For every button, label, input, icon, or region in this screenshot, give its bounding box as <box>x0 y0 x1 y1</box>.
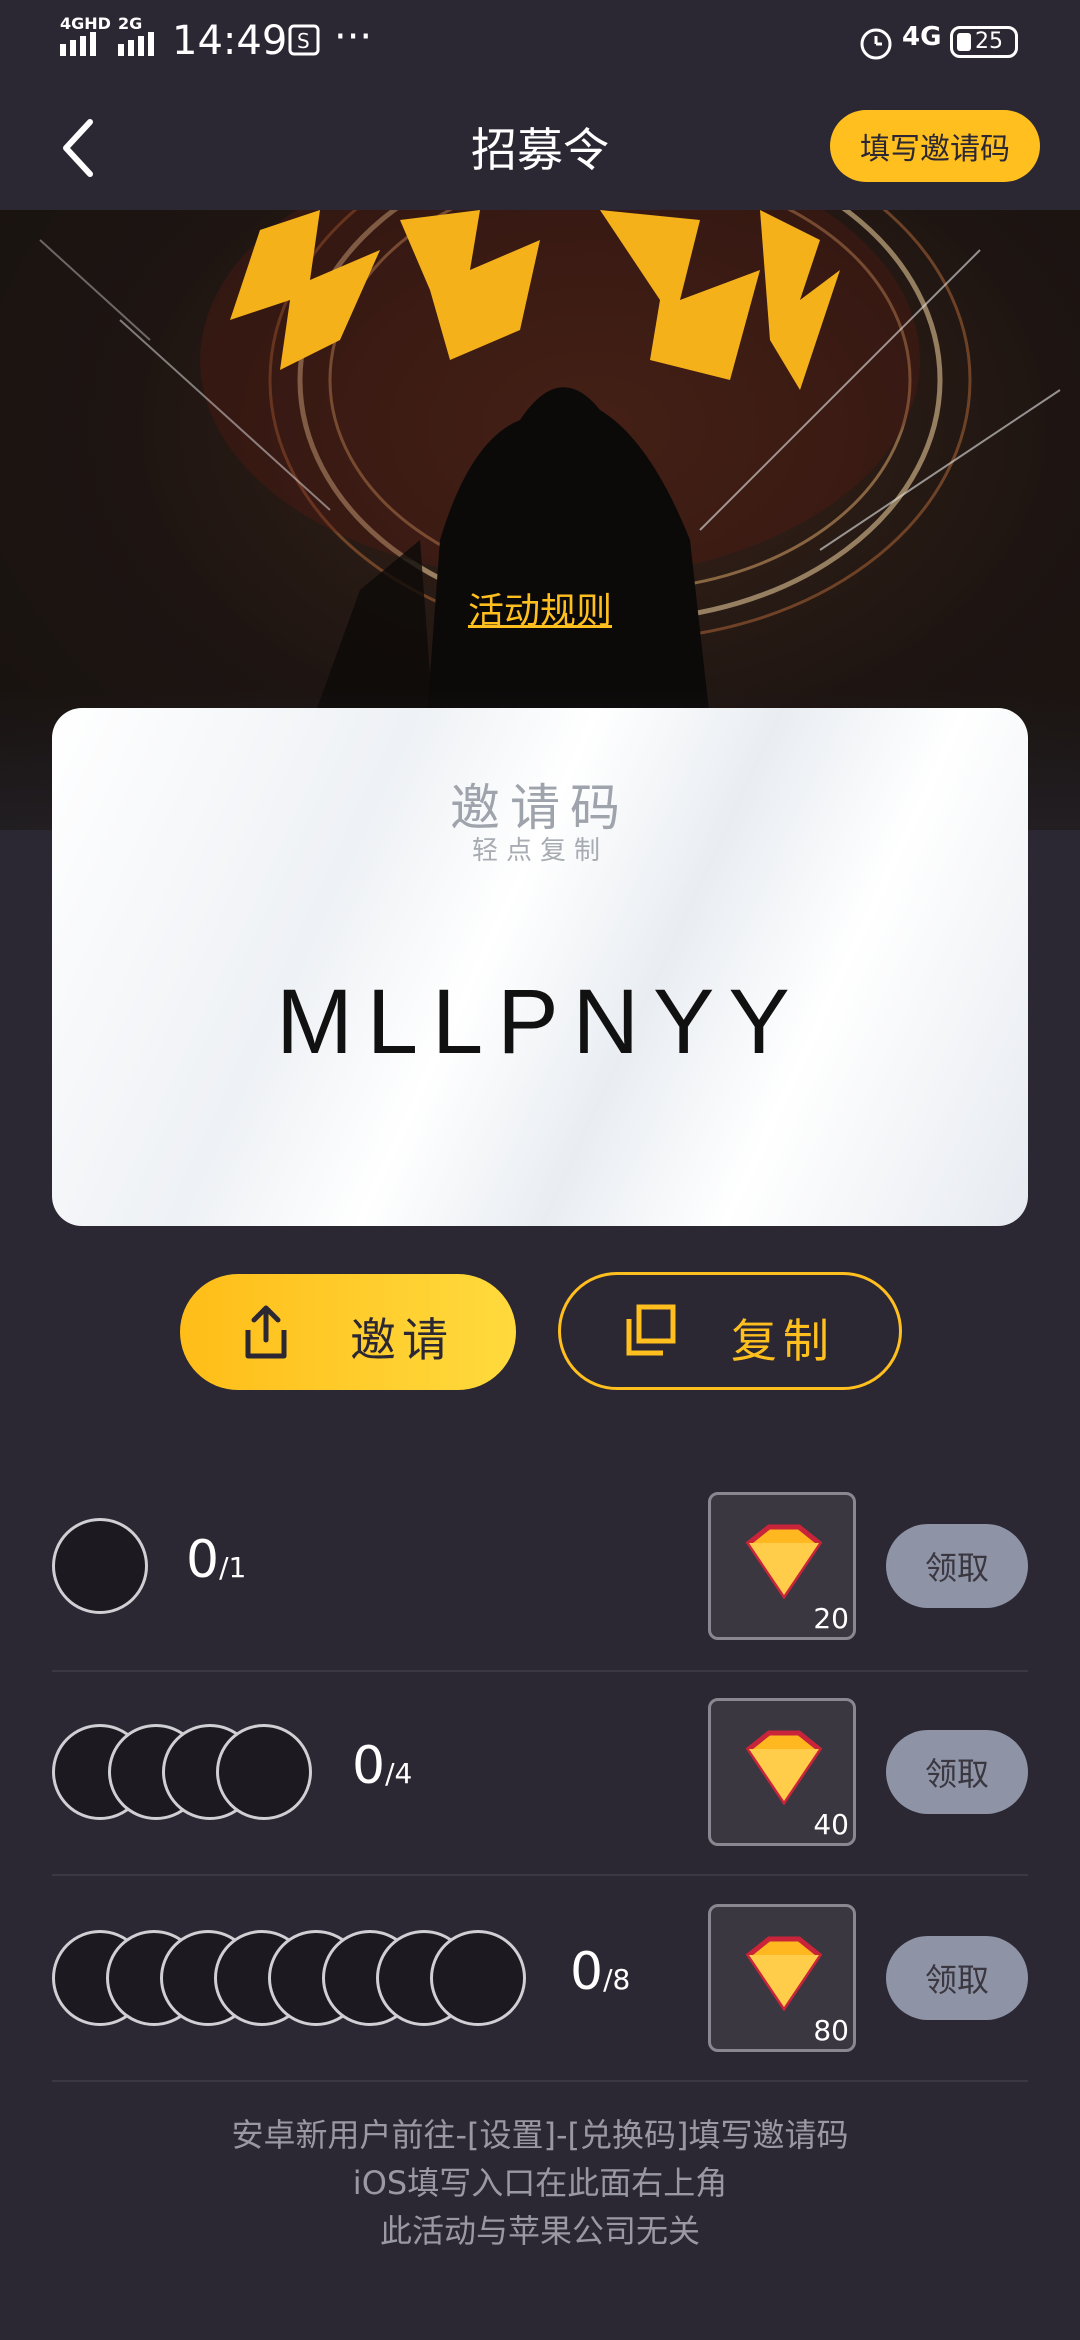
invite-code-value[interactable]: MLLPNYY <box>52 970 1028 1075</box>
reward-row-2: 0/4 40 领取 <box>52 1672 1028 1872</box>
diamond-icon <box>745 1524 823 1600</box>
status-bar: 4GHD 2G 14:49 S ··· 4G 25 <box>0 0 1080 84</box>
battery-level: 25 <box>975 29 1003 54</box>
claim-button[interactable]: 领取 <box>886 1730 1028 1814</box>
s-app-icon: S <box>288 24 320 56</box>
friend-avatar-placeholder <box>216 1724 312 1820</box>
reward-gem: 20 <box>708 1492 856 1640</box>
reward-amount: 20 <box>813 1602 849 1635</box>
divider <box>52 2080 1028 2082</box>
clock: 14:49 <box>172 18 288 64</box>
reward-amount: 80 <box>813 2014 849 2047</box>
app-header: 招募令 填写邀请码 <box>0 84 1080 210</box>
ios-instructions: iOS填写入口在此面右上角 <box>352 2164 728 2202</box>
battery-icon: 25 <box>950 26 1018 58</box>
progress-count: 0/4 <box>352 1736 413 1796</box>
friend-avatar-placeholder <box>430 1930 526 2026</box>
share-icon <box>245 1305 287 1359</box>
claim-button[interactable]: 领取 <box>886 1524 1028 1608</box>
diamond-icon <box>745 1730 823 1806</box>
reward-gem: 40 <box>708 1698 856 1846</box>
divider <box>52 1874 1028 1876</box>
progress-count: 0/1 <box>186 1530 247 1590</box>
svg-text:S: S <box>297 29 310 53</box>
android-instructions: 安卓新用户前往-[设置]-[兑换码]填写邀请码 <box>231 2116 849 2154</box>
reward-amount: 40 <box>813 1808 849 1841</box>
copy-button[interactable]: 复制 <box>558 1272 902 1390</box>
invite-button-label: 邀请 <box>350 1313 454 1367</box>
invite-code-card[interactable]: 邀请码 轻点复制 MLLPNYY <box>52 708 1028 1226</box>
reward-row-3: 0/8 80 领取 <box>52 1878 1028 2078</box>
diamond-icon <box>745 1936 823 2012</box>
friend-avatar-placeholder <box>52 1518 148 1614</box>
progress-count: 0/8 <box>570 1942 631 2002</box>
reward-gem: 80 <box>708 1904 856 2052</box>
claim-button[interactable]: 领取 <box>886 1936 1028 2020</box>
more-notifications: ··· <box>334 14 373 60</box>
fill-invite-code-button[interactable]: 填写邀请码 <box>830 110 1040 182</box>
network-type-1: 4GHD <box>60 14 111 33</box>
network-type-2: 2G <box>118 14 143 33</box>
copy-icon <box>626 1304 676 1356</box>
copy-button-label: 复制 <box>731 1314 835 1368</box>
network-4g: 4G <box>902 22 942 52</box>
activity-rules-link[interactable]: 活动规则 <box>0 582 1080 634</box>
apple-disclaimer: 此活动与苹果公司无关 <box>379 2212 700 2250</box>
alarm-icon <box>860 28 892 60</box>
reward-row-1: 0/1 20 领取 <box>52 1466 1028 1666</box>
invite-button[interactable]: 邀请 <box>180 1274 516 1390</box>
tap-to-copy-hint: 轻点复制 <box>471 836 608 866</box>
